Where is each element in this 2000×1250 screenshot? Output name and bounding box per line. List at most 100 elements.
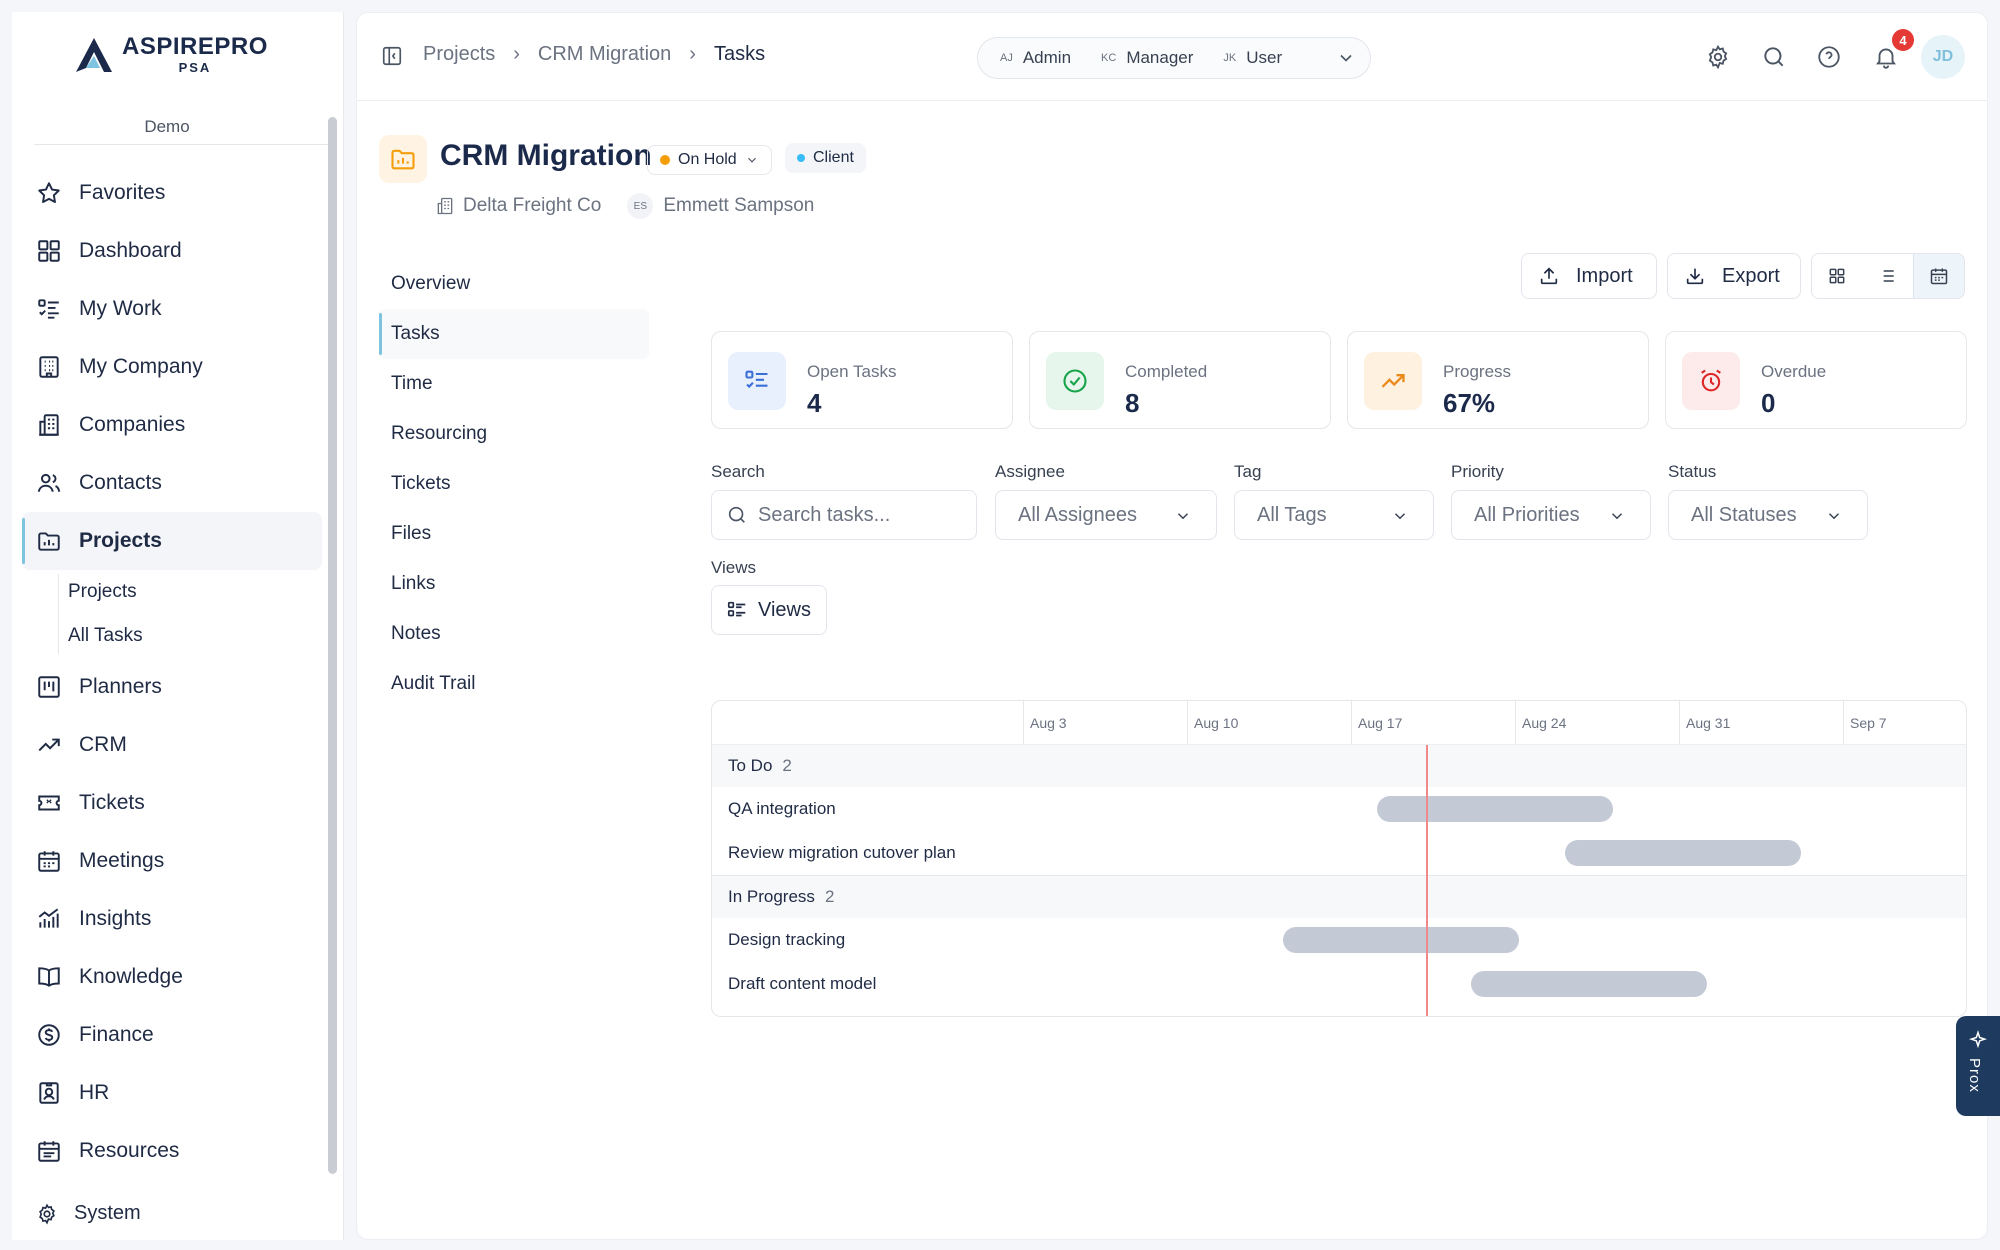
assignee-value: All Assignees (1018, 503, 1137, 526)
owner-link[interactable]: Emmett Sampson (663, 195, 814, 217)
sidebar-item-knowledge[interactable]: Knowledge (22, 948, 322, 1006)
view-calendar-button[interactable] (1912, 254, 1964, 298)
week-label: Aug 24 (1515, 701, 1679, 745)
sidebar-item-dashboard[interactable]: Dashboard (22, 222, 322, 280)
sidebar-item-label: Dashboard (79, 239, 182, 262)
sidebar-item-label: Meetings (79, 849, 165, 872)
star-icon (38, 182, 60, 203)
gantt-group-in-progress[interactable]: In Progress 2 (712, 876, 1966, 918)
status-dropdown[interactable]: On Hold (647, 145, 772, 175)
assignee-select[interactable]: All Assignees (995, 490, 1217, 540)
sidebar-item-system[interactable]: System (36, 1202, 141, 1225)
task-bar[interactable] (1471, 971, 1707, 997)
sidebar-item-contacts[interactable]: Contacts (22, 454, 322, 512)
calendar-icon (38, 851, 60, 872)
view-list-button[interactable] (1862, 254, 1912, 298)
gantt-chart: Aug 3 Aug 10 Aug 17 Aug 24 Aug 31 Sep 7 … (711, 700, 1967, 1017)
help-icon[interactable] (1816, 44, 1842, 70)
tab-audit-trail[interactable]: Audit Trail (379, 659, 649, 709)
sidebar-subitem-projects[interactable]: Projects (68, 570, 322, 614)
assignee-label: Assignee (995, 462, 1065, 481)
sparkle-icon (1968, 1030, 1988, 1049)
tab-links[interactable]: Links (379, 559, 649, 609)
sidebar-item-label: System (74, 1202, 141, 1224)
gantt-group-todo[interactable]: To Do 2 (712, 745, 1966, 787)
search-input[interactable]: Search tasks... (711, 490, 977, 540)
chevron-down-icon[interactable] (1336, 48, 1356, 68)
priority-select[interactable]: All Priorities (1451, 490, 1651, 540)
sidebar-item-my-company[interactable]: My Company (22, 338, 322, 396)
chevron-right-icon: › (689, 43, 696, 65)
sidebar-item-projects[interactable]: Projects (22, 512, 322, 570)
type-badge: Client (785, 143, 866, 173)
task-bar[interactable] (1377, 796, 1613, 822)
company-link[interactable]: Delta Freight Co (463, 195, 601, 217)
sidebar-item-my-work[interactable]: My Work (22, 280, 322, 338)
sidebar-item-planners[interactable]: Planners (22, 658, 322, 716)
role-label: Manager (1126, 48, 1194, 67)
sidebar-item-label: HR (79, 1081, 110, 1104)
role-manager[interactable]: KC Manager (1101, 48, 1193, 68)
tab-resourcing[interactable]: Resourcing (379, 409, 649, 459)
topbar: Projects › CRM Migration › Tasks AJ Admi… (357, 13, 1987, 101)
stat-tile (1682, 352, 1740, 410)
status-select[interactable]: All Statuses (1668, 490, 1868, 540)
breadcrumb-crm-migration[interactable]: CRM Migration (538, 43, 671, 66)
role-admin[interactable]: AJ Admin (1000, 48, 1071, 68)
sidebar-item-crm[interactable]: CRM (22, 716, 322, 774)
import-button[interactable]: Import (1521, 253, 1657, 299)
notification-badge: 4 (1892, 29, 1914, 51)
tab-files[interactable]: Files (379, 509, 649, 559)
chevron-right-icon: › (513, 43, 520, 65)
tab-time[interactable]: Time (379, 359, 649, 409)
sidebar-item-finance[interactable]: Finance (22, 1006, 322, 1064)
task-name[interactable]: QA integration (728, 799, 836, 819)
upload-icon (1540, 267, 1558, 285)
tag-select[interactable]: All Tags (1234, 490, 1434, 540)
sidebar-item-insights[interactable]: Insights (22, 890, 322, 948)
settings-gear-icon[interactable] (1705, 44, 1731, 70)
export-button[interactable]: Export (1667, 253, 1801, 299)
role-user[interactable]: JK User (1223, 48, 1282, 68)
assistant-launcher[interactable]: Prox (1956, 1016, 2000, 1116)
views-button[interactable]: Views (711, 585, 827, 635)
search-icon[interactable] (1761, 44, 1787, 70)
trend-icon (38, 738, 60, 752)
task-name[interactable]: Design tracking (728, 930, 845, 950)
sidebar-item-meetings[interactable]: Meetings (22, 832, 322, 890)
gantt-row: Draft content model (712, 962, 1966, 1006)
breadcrumb-projects[interactable]: Projects (423, 43, 495, 66)
logo[interactable]: ASPIREPRO PSA (72, 34, 268, 74)
sidebar-subitem-all-tasks[interactable]: All Tasks (68, 614, 322, 658)
sidebar-scrollbar[interactable] (328, 117, 337, 1174)
page-title: CRM Migration (440, 139, 652, 172)
sidebar-item-companies[interactable]: Companies (22, 396, 322, 454)
sidebar-toggle-icon[interactable] (381, 45, 403, 67)
gear-icon (39, 1203, 55, 1224)
view-grid-button[interactable] (1812, 254, 1862, 298)
task-name[interactable]: Review migration cutover plan (728, 843, 956, 863)
gantt-row: Design tracking (712, 918, 1966, 962)
tab-tickets[interactable]: Tickets (379, 459, 649, 509)
grid-icon (38, 240, 60, 262)
gantt-row: QA integration (712, 787, 1966, 831)
sidebar-item-favorites[interactable]: Favorites (22, 164, 322, 222)
role-label: Admin (1022, 48, 1072, 67)
sidebar-item-tickets[interactable]: Tickets (22, 774, 322, 832)
ticket-icon (38, 795, 60, 811)
avatar[interactable]: JD (1921, 35, 1965, 79)
tab-tasks[interactable]: Tasks (379, 309, 649, 359)
priority-label: Priority (1451, 462, 1504, 481)
group-count: 2 (824, 887, 835, 906)
building-icon (437, 197, 453, 215)
role-switcher[interactable]: AJ Admin KC Manager JK User (977, 37, 1371, 79)
stat-card-overdue: Overdue 0 (1665, 331, 1967, 429)
week-label: Aug 3 (1023, 701, 1187, 745)
sidebar-item-hr[interactable]: HR (22, 1064, 322, 1122)
task-name[interactable]: Draft content model (728, 974, 876, 994)
tab-overview[interactable]: Overview (379, 259, 649, 309)
tab-notes[interactable]: Notes (379, 609, 649, 659)
task-bar[interactable] (1283, 927, 1519, 953)
sidebar-item-resources[interactable]: Resources (22, 1122, 322, 1180)
task-bar[interactable] (1565, 840, 1801, 866)
